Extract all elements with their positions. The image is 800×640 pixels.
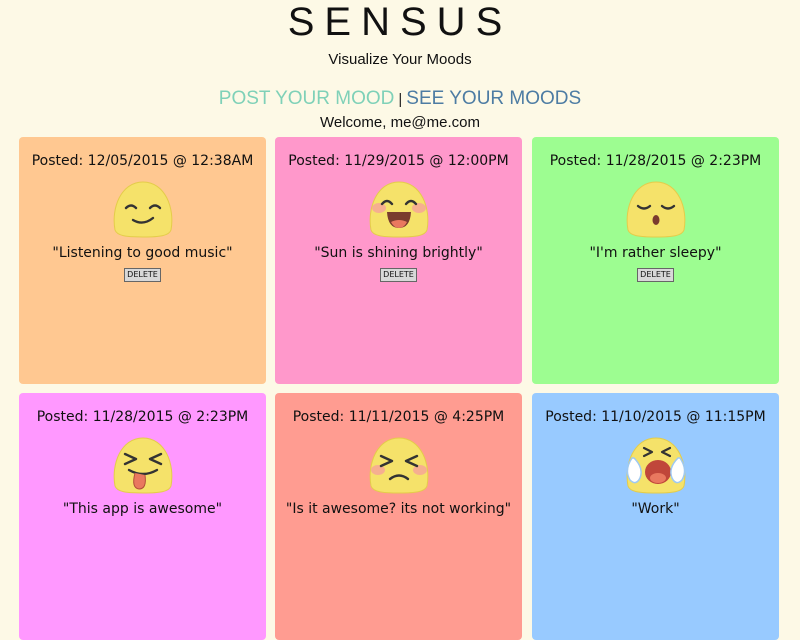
crying-face-icon [626,437,685,494]
mood-grid: Posted: 12/05/2015 @ 12:38AM "Listening … [0,0,800,640]
mood-note: "This app is awesome" [62,501,223,517]
posted-date: Posted: 11/11/2015 @ 4:25PM [292,409,505,425]
sleepy-face-icon [626,181,685,238]
posted-date: Posted: 11/28/2015 @ 2:23PM [549,153,762,169]
laughing-face-icon [369,181,428,238]
posted-date: Posted: 11/29/2015 @ 12:00PM [288,153,509,169]
smirk-face-icon [113,181,172,238]
delete-button[interactable]: DELETE [380,268,417,282]
frustrated-face-icon [369,437,428,494]
mood-card: Posted: 11/28/2015 @ 2:23PM "I'm rather … [532,137,779,384]
mood-note: "Work" [631,501,680,517]
mood-note: "Sun is shining brightly" [314,245,483,261]
mood-note: "Listening to good music" [52,245,233,261]
mood-note: "Is it awesome? its not working" [285,501,512,517]
mood-note: "I'm rather sleepy" [589,245,722,261]
mood-card: Posted: 11/29/2015 @ 12:00PM "Sun is shi… [275,137,522,384]
tongue-face-icon [113,437,172,494]
delete-button[interactable]: DELETE [637,268,674,282]
posted-date: Posted: 12/05/2015 @ 12:38AM [31,153,254,169]
posted-date: Posted: 11/10/2015 @ 11:15PM [545,409,766,425]
mood-card: Posted: 12/05/2015 @ 12:38AM "Listening … [19,137,266,384]
posted-date: Posted: 11/28/2015 @ 2:23PM [36,409,249,425]
delete-button[interactable]: DELETE [124,268,161,282]
